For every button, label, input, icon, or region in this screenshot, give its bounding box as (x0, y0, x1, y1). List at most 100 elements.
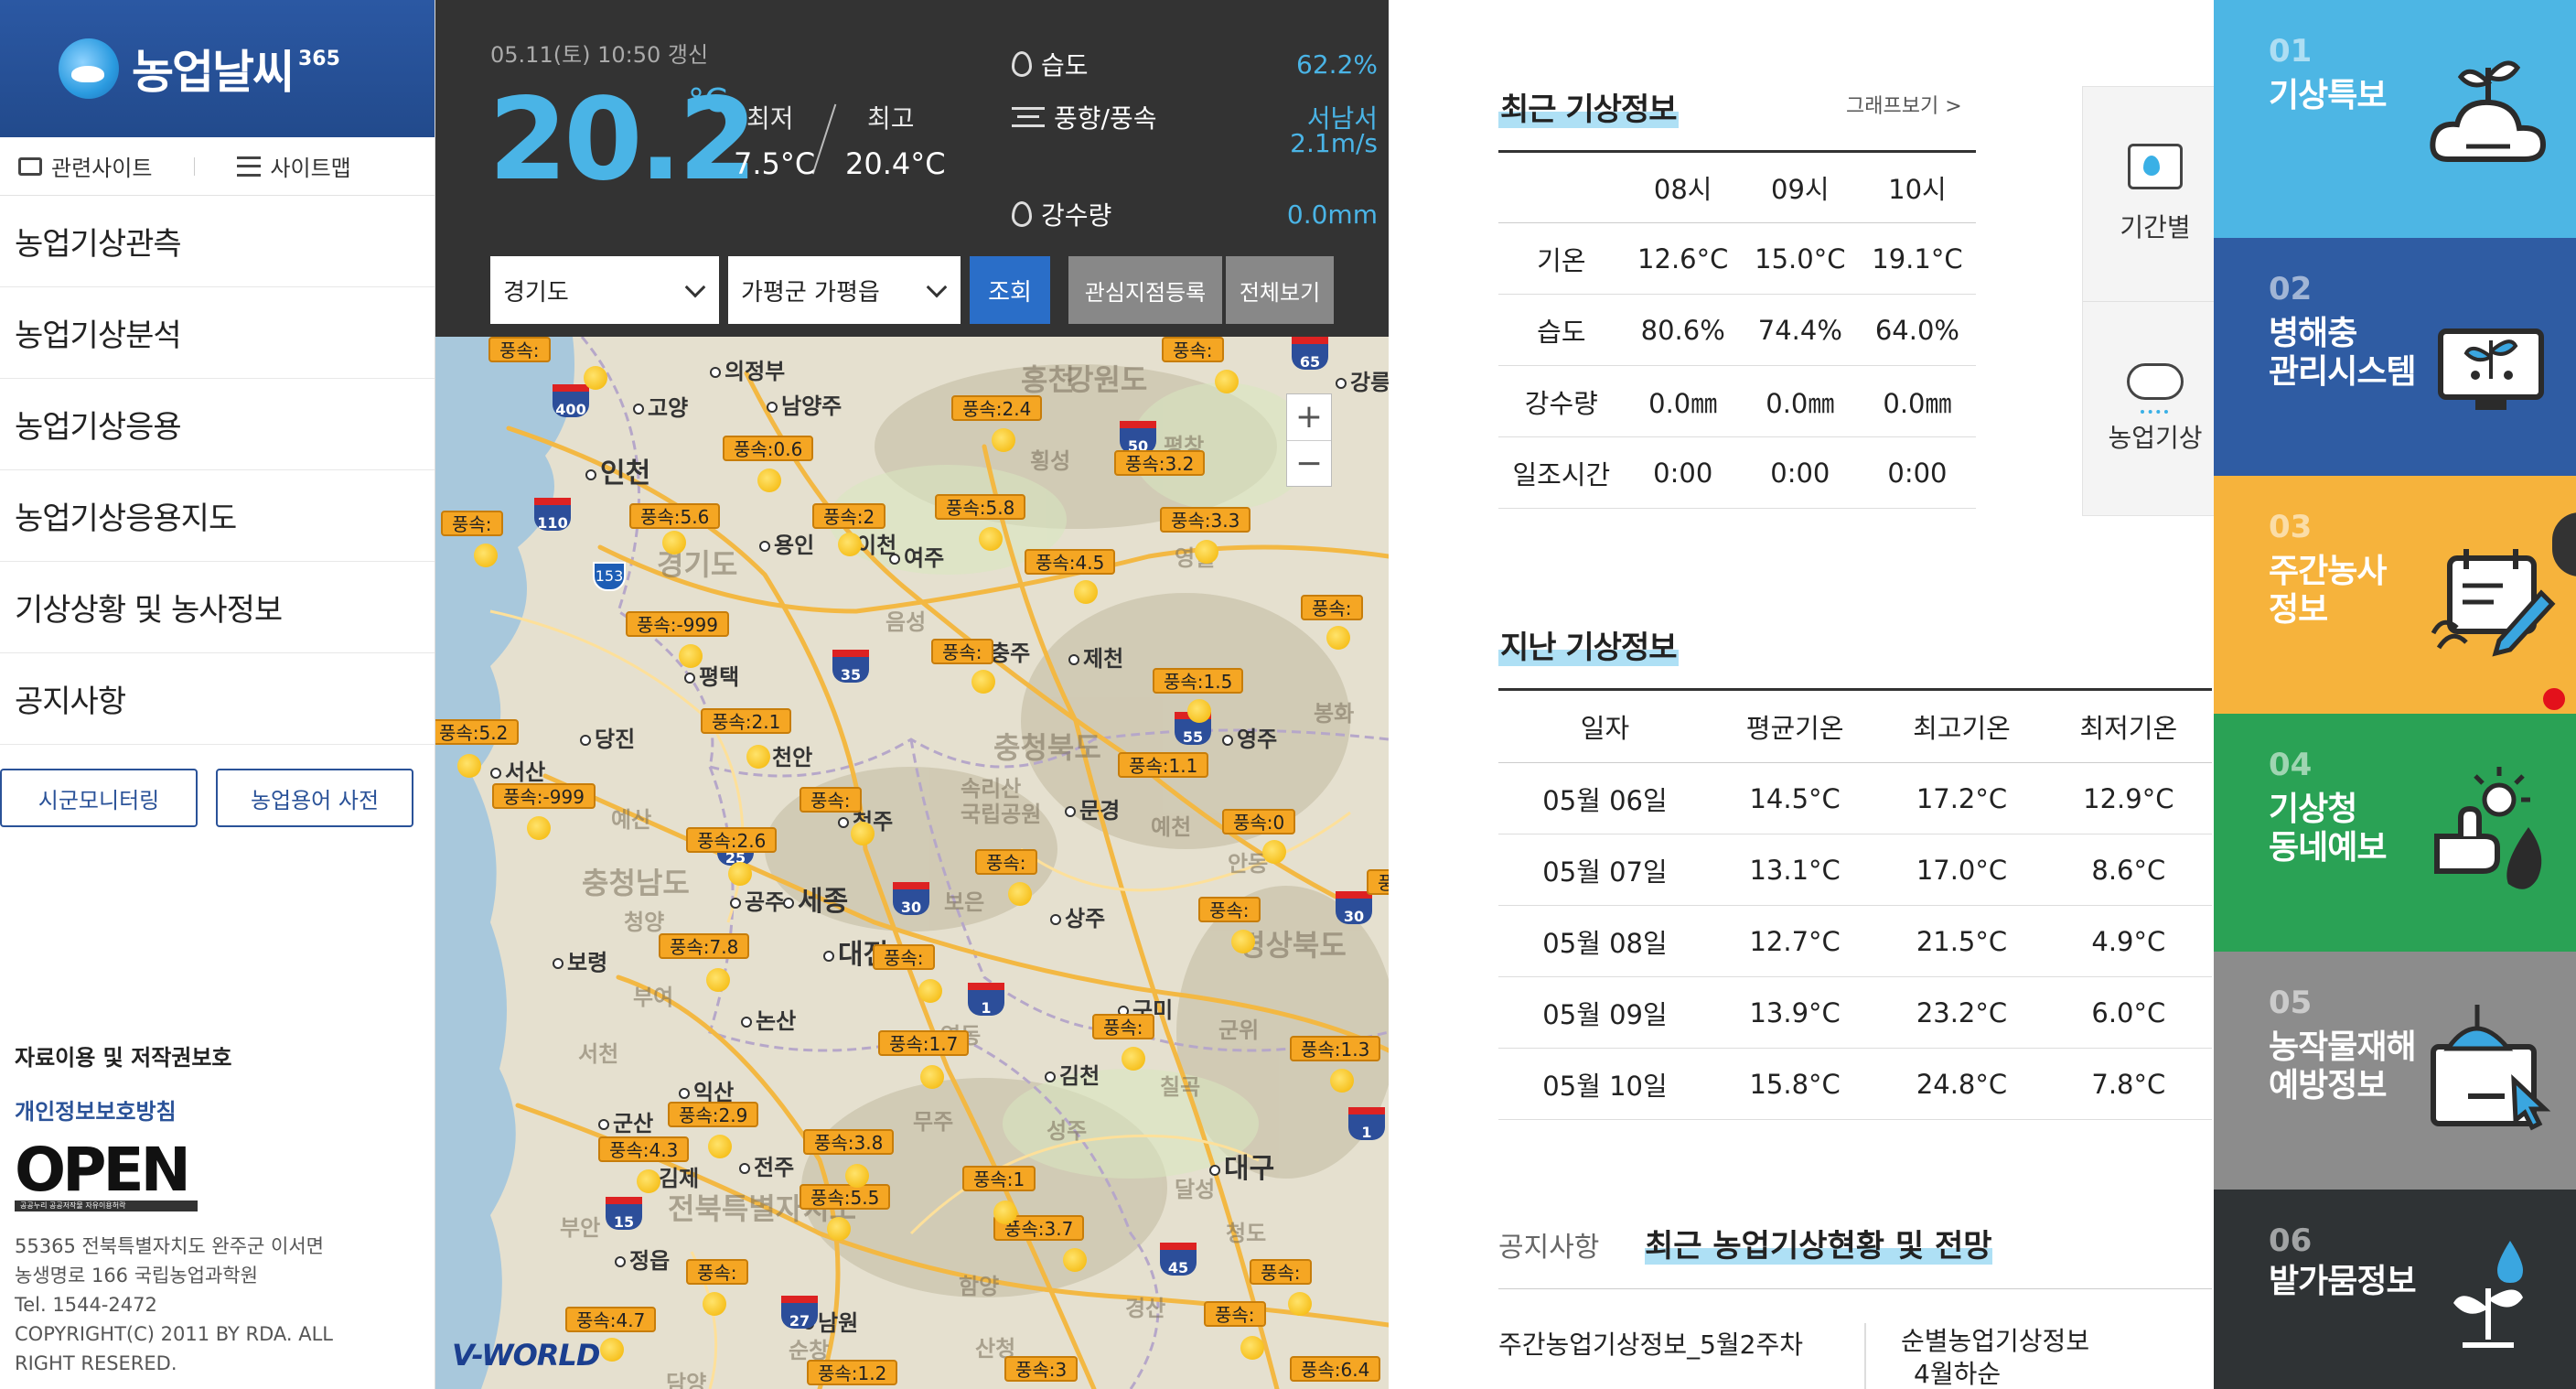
station-wind-tag[interactable]: 풍속: (873, 944, 935, 970)
cloud-rain-icon (2127, 362, 2184, 414)
station-wind-tag[interactable]: 풍속:3.3 (1160, 507, 1251, 533)
station-wind-tag[interactable]: 풍속: (1301, 595, 1363, 620)
menu-kma-forecast[interactable]: 04 기상청 동네예보 (2214, 714, 2576, 952)
agri-weather-link[interactable]: 농업기상 (2083, 301, 2227, 515)
table-header: 평균기온 (1711, 689, 1879, 763)
station-wind-tag[interactable]: 풍속:-999 (492, 783, 596, 809)
station-wind-tag[interactable]: 풍속:2.6 (686, 827, 778, 853)
province-value: 경기도 (503, 278, 569, 307)
station-wind-tag[interactable]: 풍속:2.4 (951, 395, 1043, 421)
weather-station-map[interactable]: 홍천 강원도 경기도 충청북도 충청남도 경상북도 전북특별자치도 속리산 국립… (435, 337, 1389, 1389)
menu-disaster-prevention[interactable]: 05 농작물재해 예방정보 (2214, 952, 2576, 1190)
station-wind-tag[interactable]: 풍속: (800, 787, 862, 813)
table-cell: 15.8°C (1711, 1048, 1879, 1120)
station-wind-tag[interactable]: 풍속:2.1 (701, 708, 792, 734)
station-wind-tag[interactable]: 풍속: (975, 849, 1037, 875)
station-wind-tag[interactable]: 풍속: (686, 1259, 748, 1285)
station-wind-tag[interactable]: 풍속: (1367, 869, 1389, 895)
menu-weather-warning[interactable]: 01 기상특보 (2214, 0, 2576, 238)
row-label: 습도 (1498, 294, 1625, 366)
station-wind-tag[interactable]: 풍속:2 (812, 503, 886, 529)
updated-time: 05.11(토) 10:50 갱신 (490, 42, 709, 68)
tab-agri-outlook[interactable]: 최근 농업기상현황 및 전망 (1645, 1221, 1992, 1265)
station-wind-tag[interactable]: 풍속:5.8 (935, 494, 1026, 520)
sun-icon (703, 1292, 726, 1316)
view-all-button[interactable]: 전체보기 (1226, 256, 1334, 324)
monitoring-button[interactable]: 시군모니터링 (0, 769, 198, 827)
station-wind-tag[interactable]: 풍속: (1198, 897, 1261, 922)
graph-view-link[interactable]: 그래프보기 > (1846, 90, 1962, 119)
station-wind-tag[interactable]: 풍속:-999 (626, 611, 729, 637)
table-row: 습도 80.6% 74.4% 64.0% (1498, 294, 1976, 366)
station-wind-tag[interactable]: 풍속:2.9 (668, 1102, 759, 1127)
region-label: 강원도 (1067, 362, 1148, 397)
zoom-control: + − (1286, 393, 1332, 487)
station-wind-tag[interactable]: 풍속:6.4 (1290, 1356, 1381, 1382)
station-select[interactable]: 가평군 가평읍 (728, 256, 961, 324)
region-label: 속리산 국립공원 (961, 776, 1042, 827)
station-wind-tag[interactable]: 풍속:3.2 (1114, 450, 1206, 476)
nav-item-analysis[interactable]: 농업기상분석 (0, 287, 435, 379)
station-wind-tag[interactable]: 풍속:3.8 (803, 1129, 895, 1155)
station-wind-tag[interactable]: 풍속:0 (1222, 809, 1296, 834)
nav-item-observation[interactable]: 농업기상관측 (0, 196, 435, 287)
sitemap-link[interactable]: 사이트맵 (237, 150, 351, 182)
tab-notice[interactable]: 공지사항 (1498, 1224, 1599, 1265)
menu-field-drought[interactable]: 06 밭가뭄정보 (2214, 1190, 2576, 1389)
open-logo-text: OPEN (15, 1135, 191, 1205)
highway-shield: 1 (968, 983, 1004, 1017)
sitemap-label: 사이트맵 (270, 156, 351, 181)
station-wind-tag[interactable]: 풍속:1.5 (1153, 668, 1244, 694)
register-favorite-button[interactable]: 관심지점등록 (1068, 256, 1222, 324)
table-cell: 0:00 (1858, 436, 1976, 509)
nav-item-application[interactable]: 농업기상응용 (0, 379, 435, 470)
nav-item-application-map[interactable]: 농업기상응용지도 (0, 470, 435, 562)
menu-weekly-farming[interactable]: 03 주간농사 정보 (2214, 476, 2576, 714)
notice-item[interactable]: 순별농업기상정보 4월하순 (1901, 1325, 2089, 1389)
province-select[interactable]: 경기도 (490, 256, 719, 324)
station-wind-tag[interactable]: 풍속:1.7 (878, 1030, 970, 1056)
station-wind-tag[interactable]: 풍속:1.2 (807, 1360, 898, 1385)
city-label: 대구 (1209, 1146, 1274, 1186)
station-wind-tag[interactable]: 풍속:5.6 (629, 503, 721, 529)
privacy-link[interactable]: 개인정보보호방침 (15, 1093, 417, 1125)
station-wind-tag[interactable]: 풍속:3 (1004, 1356, 1079, 1382)
station-wind-tag[interactable]: 풍속:7.8 (659, 933, 750, 959)
station-wind-tag[interactable]: 풍속: (441, 511, 503, 536)
station-wind-tag[interactable]: 풍속: (488, 337, 551, 362)
station-wind-tag[interactable]: 풍속:1.1 (1118, 752, 1209, 778)
station-wind-tag[interactable]: 풍속:1.3 (1290, 1036, 1381, 1061)
station-wind-tag[interactable]: 풍속:5.5 (800, 1184, 891, 1210)
menu-pest-system[interactable]: 02 병해충 관리시스템 (2214, 238, 2576, 476)
station-wind-tag[interactable]: 풍속: (1092, 1014, 1154, 1039)
period-link[interactable]: 기간별 (2083, 87, 2227, 301)
search-button[interactable]: 조회 (970, 256, 1050, 324)
station-wind-tag[interactable]: 풍속:4.5 (1025, 549, 1116, 575)
station-wind-tag[interactable]: 풍속: (931, 639, 993, 664)
dictionary-button[interactable]: 농업용어 사전 (216, 769, 413, 827)
zoom-out-button[interactable]: − (1287, 440, 1331, 486)
sun-icon (1326, 626, 1350, 650)
station-wind-tag[interactable]: 풍속:1 (962, 1166, 1036, 1191)
zoom-in-button[interactable]: + (1287, 394, 1331, 440)
station-wind-tag[interactable]: 풍속: (1250, 1259, 1312, 1285)
table-cell: 0.0㎜ (1741, 365, 1859, 437)
nav-item-notice[interactable]: 공지사항 (0, 653, 435, 745)
station-wind-tag[interactable]: 풍속: (1204, 1301, 1266, 1327)
recent-weather-table: 08시 09시 10시 기온 12.6°C 15.0°C 19.1°C 습도 8… (1498, 150, 1976, 509)
logo[interactable]: 농업날씨 365 (0, 0, 435, 137)
chevron-down-icon (926, 276, 948, 298)
wind-label: 풍향/풍속 (1054, 103, 1157, 134)
city-label: 영주 (1222, 721, 1277, 753)
station-wind-tag[interactable]: 풍속:4.7 (565, 1307, 657, 1332)
table-header: 최고기온 (1878, 689, 2045, 763)
station-wind-tag[interactable]: 풍속:4.3 (598, 1136, 690, 1162)
nav-item-farming-info[interactable]: 기상상황 및 농사정보 (0, 562, 435, 653)
rain-row: 강수량 0.0mm (1012, 196, 1378, 232)
station-wind-tag[interactable]: 풍속: (1162, 337, 1224, 362)
station-wind-tag[interactable]: 풍속:0.6 (723, 436, 814, 461)
related-sites-link[interactable]: 관련사이트 (18, 150, 152, 182)
current-weather-panel: 05.11(토) 10:50 갱신 20.2 °C 최저 최고 7.5°C 20… (435, 0, 1389, 337)
station-wind-tag[interactable]: 풍속:5.2 (435, 719, 520, 745)
notice-item[interactable]: 주간농업기상정보_5월2주차 (1498, 1325, 1803, 1362)
